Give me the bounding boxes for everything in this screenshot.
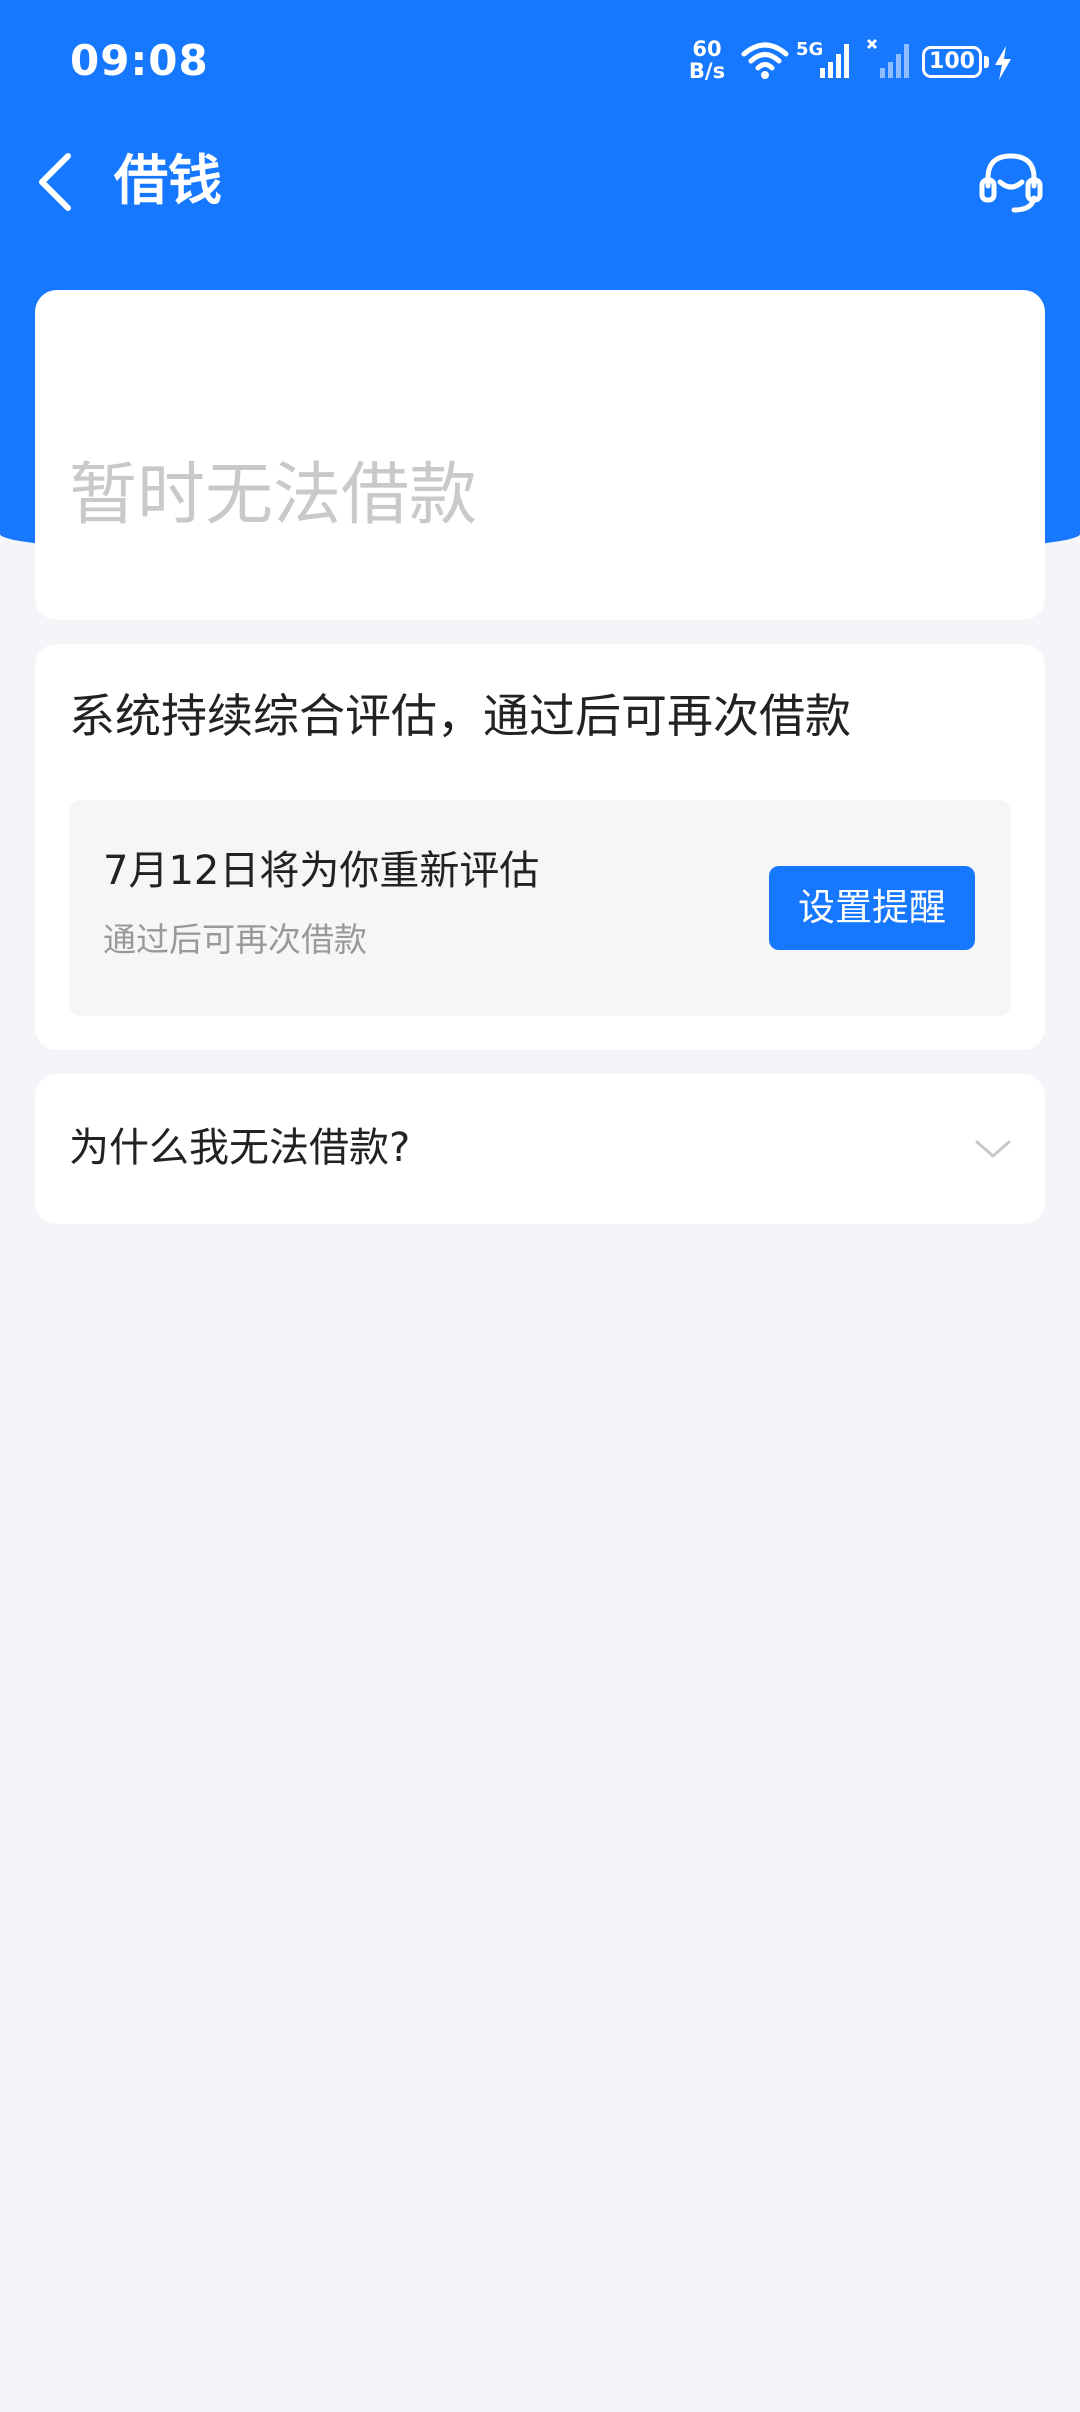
reevaluation-subtext: 通过后可再次借款 [103, 920, 367, 959]
page-title: 借钱 [114, 149, 222, 212]
signal-5g-icon: 5G [796, 39, 849, 78]
charging-icon [995, 46, 1011, 80]
customer-service-button[interactable] [976, 148, 1046, 218]
battery-cap [984, 56, 989, 68]
status-bar: 09:08 60 B/s 5G 100 [0, 0, 1080, 124]
network-type-label: 5G [796, 39, 823, 60]
status-time: 09:08 [70, 36, 209, 85]
network-speed: 60 B/s [684, 38, 730, 82]
loan-status-text: 暂时无法借款 [69, 456, 478, 535]
battery-indicator: 100 [922, 46, 982, 78]
wifi-icon [741, 42, 789, 79]
reevaluation-box: 7月12日将为你重新评估 通过后可再次借款 设置提醒 [69, 800, 1011, 1016]
back-button[interactable] [30, 150, 90, 214]
faq-item[interactable]: 为什么我无法借款? [35, 1074, 1045, 1224]
chevron-left-icon [39, 153, 71, 211]
signal-no-sim-icon [866, 38, 909, 78]
faq-question: 为什么我无法借款? [69, 1125, 411, 1171]
chevron-down-icon [975, 1140, 1011, 1158]
set-reminder-button[interactable]: 设置提醒 [769, 866, 975, 950]
evaluation-title: 系统持续综合评估，通过后可再次借款 [69, 689, 851, 743]
network-speed-unit: B/s [688, 59, 726, 83]
evaluation-card: 系统持续综合评估，通过后可再次借款 7月12日将为你重新评估 通过后可再次借款 … [35, 644, 1045, 1050]
reevaluation-date-text: 7月12日将为你重新评估 [103, 848, 540, 894]
headset-icon [979, 153, 1043, 213]
loan-status-card: 暂时无法借款 [35, 290, 1045, 620]
network-speed-value: 60 [692, 37, 722, 61]
